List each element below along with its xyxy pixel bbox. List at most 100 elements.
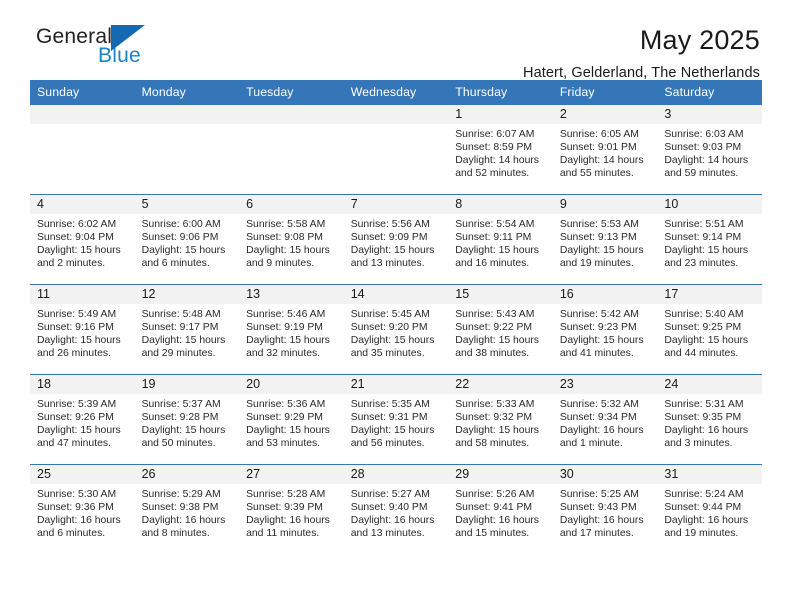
day-sun-info: Sunrise: 5:56 AM Sunset: 9:09 PM Daylight:…: [344, 214, 449, 270]
weekday-header-friday: Friday: [552, 80, 658, 105]
calendar-day-cell[interactable]: 6 Sunrise: 5:58 AM Sunset: 9:08 PM Daylight…: [239, 194, 344, 285]
day-sun-info: Sunrise: 5:53 AM Sunset: 9:13 PM Daylight:…: [553, 214, 658, 270]
calendar-day-cell[interactable]: 31 Sunrise: 5:24 AM Sunset: 9:44 PM Dayligh…: [657, 464, 762, 555]
day-sunset-text: Sunset: 9:32 PM: [455, 412, 533, 424]
day-sunrise-text: Sunrise: 5:31 AM: [664, 399, 744, 410]
day-daylight-2-text: and 6 minutes.: [37, 528, 106, 540]
calendar-day-cell[interactable]: 5 Sunrise: 6:00 AM Sunset: 9:06 PM Daylight…: [134, 194, 240, 285]
day-sunrise-text: Sunrise: 5:42 AM: [559, 309, 639, 320]
day-sunrise-text: Sunrise: 5:39 AM: [37, 399, 117, 410]
calendar-day-cell[interactable]: 10 Sunrise: 5:51 AM Sunset: 9:14 PM Dayligh…: [657, 194, 762, 285]
calendar-day-cell[interactable]: 2 Sunrise: 6:05 AM Sunset: 9:01 PM Daylight…: [552, 104, 658, 195]
calendar-day-cell[interactable]: 7 Sunrise: 5:56 AM Sunset: 9:09 PM Daylight…: [343, 194, 449, 285]
day-number: 8: [448, 195, 553, 214]
day-sunrise-text: Sunrise: 5:37 AM: [141, 399, 221, 410]
day-sunset-text: Sunset: 9:23 PM: [559, 322, 637, 334]
day-sunset-text: Sunset: 9:16 PM: [37, 322, 114, 334]
day-number: 19: [134, 375, 240, 394]
day-number: 18: [30, 375, 135, 394]
calendar-day-cell[interactable]: 17 Sunrise: 5:40 AM Sunset: 9:25 PM Dayligh…: [657, 284, 762, 375]
generalblue-logo[interactable]: General Blue: [30, 25, 210, 82]
calendar-day-cell[interactable]: 24 Sunrise: 5:31 AM Sunset: 9:35 PM Dayligh…: [657, 374, 762, 465]
calendar-day-cell[interactable]: 19 Sunrise: 5:37 AM Sunset: 9:28 PM Dayligh…: [134, 374, 240, 465]
day-daylight-2-text: and 13 minutes.: [350, 258, 425, 270]
day-daylight-2-text: and 17 minutes.: [559, 528, 634, 540]
calendar-day-cell[interactable]: 22 Sunrise: 5:33 AM Sunset: 9:32 PM Dayligh…: [448, 374, 553, 465]
day-number: 20: [239, 375, 344, 394]
triangle-icon: [111, 25, 146, 51]
calendar-day-cell[interactable]: 18 Sunrise: 5:39 AM Sunset: 9:26 PM Dayligh…: [30, 374, 135, 465]
day-daylight-2-text: and 13 minutes.: [350, 528, 425, 540]
day-daylight-1-text: Daylight: 16 hours: [141, 515, 226, 527]
day-daylight-1-text: Daylight: 15 hours: [559, 335, 644, 347]
calendar-day-cell[interactable]: 23 Sunrise: 5:32 AM Sunset: 9:34 PM Dayligh…: [552, 374, 658, 465]
day-number: 13: [239, 285, 344, 304]
day-sun-info: Sunrise: 5:45 AM Sunset: 9:20 PM Daylight:…: [344, 304, 449, 360]
day-sunrise-text: Sunrise: 5:49 AM: [37, 309, 117, 320]
calendar-day-cell[interactable]: 9 Sunrise: 5:53 AM Sunset: 9:13 PM Daylight…: [552, 194, 658, 285]
calendar-day-cell-empty: [134, 104, 240, 195]
day-sun-info: Sunrise: 5:39 AM Sunset: 9:26 PM Daylight:…: [30, 394, 135, 450]
calendar-day-cell[interactable]: 26 Sunrise: 5:29 AM Sunset: 9:38 PM Dayligh…: [134, 464, 240, 555]
day-number: [134, 105, 240, 124]
calendar-day-cell-empty: [239, 104, 344, 195]
day-sunset-text: Sunset: 9:17 PM: [141, 322, 219, 334]
calendar-day-cell[interactable]: 30 Sunrise: 5:25 AM Sunset: 9:43 PM Dayligh…: [552, 464, 658, 555]
day-daylight-2-text: and 11 minutes.: [246, 528, 320, 540]
calendar-day-cell[interactable]: 27 Sunrise: 5:28 AM Sunset: 9:39 PM Dayligh…: [239, 464, 344, 555]
calendar-day-cell[interactable]: 3 Sunrise: 6:03 AM Sunset: 9:03 PM Daylight…: [657, 104, 762, 195]
day-daylight-2-text: and 29 minutes.: [141, 348, 216, 360]
calendar-day-cell[interactable]: 29 Sunrise: 5:26 AM Sunset: 9:41 PM Dayligh…: [448, 464, 553, 555]
calendar-day-cell[interactable]: 21 Sunrise: 5:35 AM Sunset: 9:31 PM Dayligh…: [343, 374, 449, 465]
day-sunrise-text: Sunrise: 6:05 AM: [559, 129, 639, 140]
calendar-day-cell[interactable]: 12 Sunrise: 5:48 AM Sunset: 9:17 PM Dayligh…: [134, 284, 240, 375]
weekday-header-saturday: Saturday: [657, 80, 762, 105]
calendar-day-cell-empty: [30, 104, 135, 195]
calendar-day-cell[interactable]: 20 Sunrise: 5:36 AM Sunset: 9:29 PM Dayligh…: [239, 374, 344, 465]
day-number: 2: [552, 105, 658, 124]
day-number: 15: [448, 285, 553, 304]
day-number: 25: [30, 465, 135, 484]
day-daylight-2-text: and 15 minutes.: [455, 528, 530, 540]
calendar-day-cell[interactable]: 13 Sunrise: 5:46 AM Sunset: 9:19 PM Dayligh…: [239, 284, 344, 375]
day-daylight-1-text: Daylight: 15 hours: [37, 245, 121, 257]
day-number: [343, 105, 449, 124]
day-sunrise-text: Sunrise: 5:45 AM: [350, 309, 430, 320]
day-daylight-1-text: Daylight: 15 hours: [664, 245, 749, 257]
day-sunrise-text: Sunrise: 5:53 AM: [559, 219, 639, 230]
day-daylight-2-text: and 2 minutes.: [37, 258, 106, 270]
location-subtitle: Hatert, Gelderland, The Netherlands: [523, 65, 760, 82]
weekday-header-row: Sunday Monday Tuesday Wednesday Thursday…: [30, 80, 762, 105]
calendar-day-cell[interactable]: 8 Sunrise: 5:54 AM Sunset: 9:11 PM Daylight…: [448, 194, 553, 285]
calendar-day-cell[interactable]: 1 Sunrise: 6:07 AM Sunset: 8:59 PM Daylight…: [448, 104, 553, 195]
day-sunrise-text: Sunrise: 5:32 AM: [559, 399, 639, 410]
day-sun-info: Sunrise: 6:02 AM Sunset: 9:04 PM Daylight:…: [30, 214, 135, 270]
page-title: May 2025: [639, 25, 760, 55]
day-sunset-text: Sunset: 9:38 PM: [141, 502, 219, 514]
day-sunrise-text: Sunrise: 5:35 AM: [350, 399, 430, 410]
day-sunset-text: Sunset: 9:29 PM: [246, 412, 323, 424]
day-daylight-2-text: and 41 minutes.: [559, 348, 634, 360]
day-sunset-text: Sunset: 9:20 PM: [350, 322, 428, 334]
calendar-day-cell[interactable]: 14 Sunrise: 5:45 AM Sunset: 9:20 PM Dayligh…: [343, 284, 449, 375]
day-sunset-text: Sunset: 9:34 PM: [559, 412, 637, 424]
calendar-day-cell[interactable]: 25 Sunrise: 5:30 AM Sunset: 9:36 PM Dayligh…: [30, 464, 135, 555]
day-sunrise-text: Sunrise: 5:43 AM: [455, 309, 535, 320]
day-sun-info: Sunrise: 5:49 AM Sunset: 9:16 PM Daylight:…: [30, 304, 135, 360]
calendar-day-cell[interactable]: 28 Sunrise: 5:27 AM Sunset: 9:40 PM Dayligh…: [343, 464, 449, 555]
calendar-day-cell[interactable]: 15 Sunrise: 5:43 AM Sunset: 9:22 PM Dayligh…: [448, 284, 553, 375]
calendar-day-cell[interactable]: 11 Sunrise: 5:49 AM Sunset: 9:16 PM Dayligh…: [30, 284, 135, 375]
day-daylight-1-text: Daylight: 15 hours: [141, 245, 226, 257]
day-sun-info: Sunrise: 5:54 AM Sunset: 9:11 PM Daylight:…: [448, 214, 553, 270]
calendar-day-cell[interactable]: 4 Sunrise: 6:02 AM Sunset: 9:04 PM Daylight…: [30, 194, 135, 285]
day-sunrise-text: Sunrise: 5:58 AM: [246, 219, 326, 230]
day-daylight-1-text: Daylight: 15 hours: [455, 425, 539, 437]
day-daylight-1-text: Daylight: 15 hours: [246, 425, 330, 437]
day-daylight-2-text: and 26 minutes.: [37, 348, 111, 360]
calendar-day-cell[interactable]: 16 Sunrise: 5:42 AM Sunset: 9:23 PM Dayligh…: [552, 284, 658, 375]
day-sunset-text: Sunset: 9:31 PM: [350, 412, 428, 424]
day-sunset-text: Sunset: 9:26 PM: [37, 412, 114, 424]
day-daylight-1-text: Daylight: 16 hours: [455, 515, 539, 527]
day-sunrise-text: Sunrise: 6:07 AM: [455, 129, 535, 140]
day-daylight-1-text: Daylight: 15 hours: [455, 335, 539, 347]
